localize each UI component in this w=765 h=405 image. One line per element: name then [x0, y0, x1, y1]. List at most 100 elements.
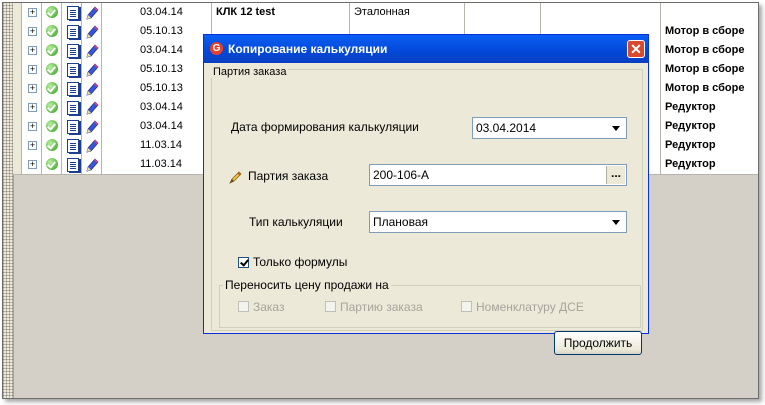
document-cell[interactable] [62, 117, 82, 136]
document-icon[interactable] [67, 6, 79, 20]
edit-cell[interactable] [82, 155, 102, 174]
transfer-price-legend: Переносить цену продажи на [223, 278, 391, 292]
transfer-batch-label: Партию заказа [340, 300, 423, 314]
expand-icon[interactable]: + [28, 122, 37, 131]
edit-pen-icon[interactable] [86, 119, 99, 134]
expand-cell[interactable]: + [22, 41, 42, 60]
only-formulas-checkbox[interactable] [238, 257, 249, 268]
row-selector[interactable] [13, 60, 22, 79]
order-batch-field[interactable]: 200-106-А ... [369, 164, 627, 186]
document-cell[interactable] [62, 136, 82, 155]
dialog-title: Копирование калькуляции [228, 42, 388, 56]
table-row[interactable]: +03.04.14 КЛК 12 test Эталонная [13, 3, 758, 23]
edit-pen-icon[interactable] [86, 5, 99, 20]
row-selector[interactable] [13, 98, 22, 117]
document-icon[interactable] [67, 139, 79, 153]
edit-cell[interactable] [82, 117, 102, 136]
row-selector[interactable] [13, 79, 22, 98]
expand-icon[interactable]: + [28, 46, 37, 55]
calc-date-label: Дата формирования калькуляции [231, 120, 419, 134]
date-cell: 05.10.13 [102, 22, 212, 41]
expand-icon[interactable]: + [28, 141, 37, 150]
edit-cell[interactable] [82, 22, 102, 41]
edit-pen-icon[interactable] [86, 62, 99, 77]
document-cell[interactable] [62, 3, 82, 22]
ok-check-icon [46, 139, 58, 151]
row-selector[interactable] [13, 136, 22, 155]
expand-cell[interactable]: + [22, 79, 42, 98]
product-cell: Мотор в сборе [665, 63, 745, 75]
edit-pen-icon[interactable] [86, 43, 99, 58]
date-cell: 03.04.14 [102, 117, 212, 136]
edit-pen-icon[interactable] [86, 100, 99, 115]
date-cell: 03.04.14 [102, 3, 212, 22]
ok-check-icon [46, 101, 58, 113]
document-icon[interactable] [67, 25, 79, 39]
document-icon[interactable] [67, 44, 79, 58]
document-cell[interactable] [62, 41, 82, 60]
name-cell: КЛК 12 test [212, 3, 350, 22]
document-icon[interactable] [67, 158, 79, 172]
document-cell[interactable] [62, 60, 82, 79]
row-selector[interactable] [13, 3, 22, 22]
browse-button[interactable]: ... [606, 166, 625, 184]
edit-pen-icon[interactable] [86, 81, 99, 96]
calc-date-field[interactable]: 03.04.2014 [472, 117, 627, 139]
transfer-nomenclature-checkbox[interactable] [461, 301, 472, 312]
dialog-titlebar[interactable]: G Копирование калькуляции ✕ [204, 35, 648, 63]
main-window: +03.04.14 КЛК 12 test Эталонная +05.10.13 Мо… [2, 2, 759, 399]
expand-icon[interactable]: + [28, 84, 37, 93]
document-cell[interactable] [62, 22, 82, 41]
ok-check-icon [46, 6, 58, 18]
edit-cell[interactable] [82, 41, 102, 60]
continue-button[interactable]: Продолжить [554, 331, 642, 355]
document-cell[interactable] [62, 155, 82, 174]
calc-type-select[interactable]: Плановая [369, 211, 627, 233]
edit-cell[interactable] [82, 136, 102, 155]
chevron-down-icon[interactable] [607, 119, 625, 137]
expand-cell[interactable]: + [22, 98, 42, 117]
product-cell: Мотор в сборе [665, 44, 745, 56]
row-selector[interactable] [13, 41, 22, 60]
expand-icon[interactable]: + [28, 103, 37, 112]
chevron-down-icon[interactable] [607, 213, 625, 231]
empty-cell [541, 3, 661, 22]
expand-cell[interactable]: + [22, 155, 42, 174]
expand-cell[interactable]: + [22, 60, 42, 79]
calc-type-label: Тип калькуляции [249, 215, 343, 229]
edit-cell[interactable] [82, 79, 102, 98]
expand-cell[interactable]: + [22, 136, 42, 155]
edit-pen-icon[interactable] [86, 138, 99, 153]
document-cell[interactable] [62, 79, 82, 98]
expand-cell[interactable]: + [22, 117, 42, 136]
product-cell: Редуктор [665, 139, 716, 151]
edit-cell[interactable] [82, 98, 102, 117]
document-icon[interactable] [67, 101, 79, 115]
expand-icon[interactable]: + [28, 8, 37, 17]
dialog-body: Партия заказа Дата формирования калькуля… [207, 63, 645, 355]
row-selector[interactable] [13, 155, 22, 174]
expand-icon[interactable]: + [28, 65, 37, 74]
edit-pen-icon[interactable] [86, 157, 99, 172]
edit-cell[interactable] [82, 3, 102, 22]
transfer-batch-checkbox[interactable] [325, 301, 336, 312]
edit-pen-icon[interactable] [86, 24, 99, 39]
document-icon[interactable] [67, 63, 79, 77]
status-cell [42, 41, 62, 60]
product-cell: Редуктор [665, 120, 716, 132]
edit-cell[interactable] [82, 60, 102, 79]
row-selector[interactable] [13, 22, 22, 41]
date-cell: 05.10.13 [102, 79, 212, 98]
document-cell[interactable] [62, 98, 82, 117]
status-cell [42, 3, 62, 22]
expand-icon[interactable]: + [28, 160, 37, 169]
document-icon[interactable] [67, 120, 79, 134]
expand-cell[interactable]: + [22, 3, 42, 22]
transfer-order-checkbox[interactable] [238, 301, 249, 312]
expand-cell[interactable]: + [22, 22, 42, 41]
row-selector[interactable] [13, 117, 22, 136]
date-cell: 03.04.14 [102, 41, 212, 60]
close-button[interactable]: ✕ [627, 40, 645, 58]
document-icon[interactable] [67, 82, 79, 96]
expand-icon[interactable]: + [28, 27, 37, 36]
